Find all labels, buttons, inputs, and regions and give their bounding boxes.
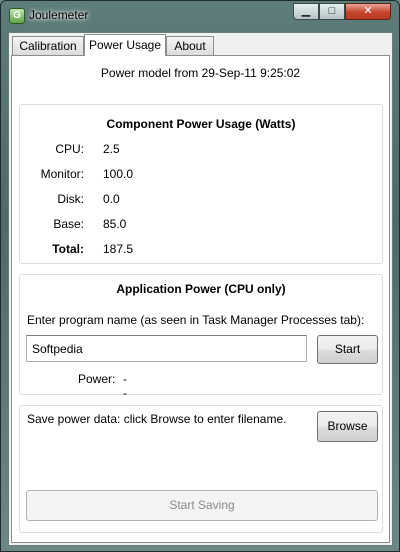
tab-calibration[interactable]: Calibration (12, 36, 84, 55)
disk-label: Disk: (57, 192, 84, 206)
power-value: -- (123, 372, 127, 400)
start-saving-button[interactable]: Start Saving (26, 490, 378, 521)
joulemeter-app-icon: G (9, 8, 25, 24)
power-usage-panel: Power model from 29-Sep-11 9:25:02 Compo… (11, 55, 390, 543)
close-button[interactable]: ✕ (345, 3, 391, 20)
app-power-readout: Power: -- (78, 372, 127, 400)
monitor-value: 100.0 (103, 167, 134, 181)
save-data-group: Save power data: click Browse to enter f… (19, 405, 383, 533)
title-bar[interactable]: G Joulemeter ▁ □ ✕ (1, 1, 399, 31)
maximize-button[interactable]: □ (319, 3, 345, 20)
tab-about[interactable]: About (166, 36, 214, 55)
save-instructions: Save power data: click Browse to enter f… (27, 412, 287, 426)
start-button[interactable]: Start (317, 335, 378, 364)
total-row: Total: 187.5 (20, 242, 382, 258)
tab-power-usage[interactable]: Power Usage (84, 34, 166, 56)
monitor-label: Monitor: (40, 167, 84, 181)
base-row: Base: 85.0 (20, 217, 382, 233)
minimize-button[interactable]: ▁ (293, 3, 319, 20)
power-model-text: Power model from 29-Sep-11 9:25:02 (100, 66, 301, 80)
total-value: 187.5 (103, 242, 134, 256)
cpu-label: CPU: (55, 142, 84, 156)
cpu-value: 2.5 (103, 142, 120, 156)
base-label: Base: (53, 217, 84, 231)
application-power-group: Application Power (CPU only) Enter progr… (19, 274, 383, 400)
program-name-input[interactable] (26, 335, 307, 362)
disk-value: 0.0 (103, 192, 120, 206)
base-value: 85.0 (103, 217, 127, 231)
monitor-row: Monitor: 100.0 (20, 167, 382, 183)
cpu-row: CPU: 2.5 (20, 142, 382, 158)
component-power-group: Component Power Usage (Watts) CPU: 2.5 M… (19, 104, 383, 264)
total-label: Total: (52, 242, 84, 256)
program-name-prompt: Enter program name (as seen in Task Mana… (27, 313, 365, 327)
client-area: Calibration Power Usage About Power mode… (8, 32, 393, 546)
component-power-title: Component Power Usage (Watts) (106, 117, 296, 131)
disk-row: Disk: 0.0 (20, 192, 382, 208)
browse-button[interactable]: Browse (317, 411, 378, 442)
app-window: G Joulemeter ▁ □ ✕ Calibration Power Usa… (0, 0, 400, 552)
window-title: Joulemeter (29, 8, 89, 22)
power-label: Power: (78, 372, 116, 386)
application-power-title: Application Power (CPU only) (116, 282, 286, 296)
